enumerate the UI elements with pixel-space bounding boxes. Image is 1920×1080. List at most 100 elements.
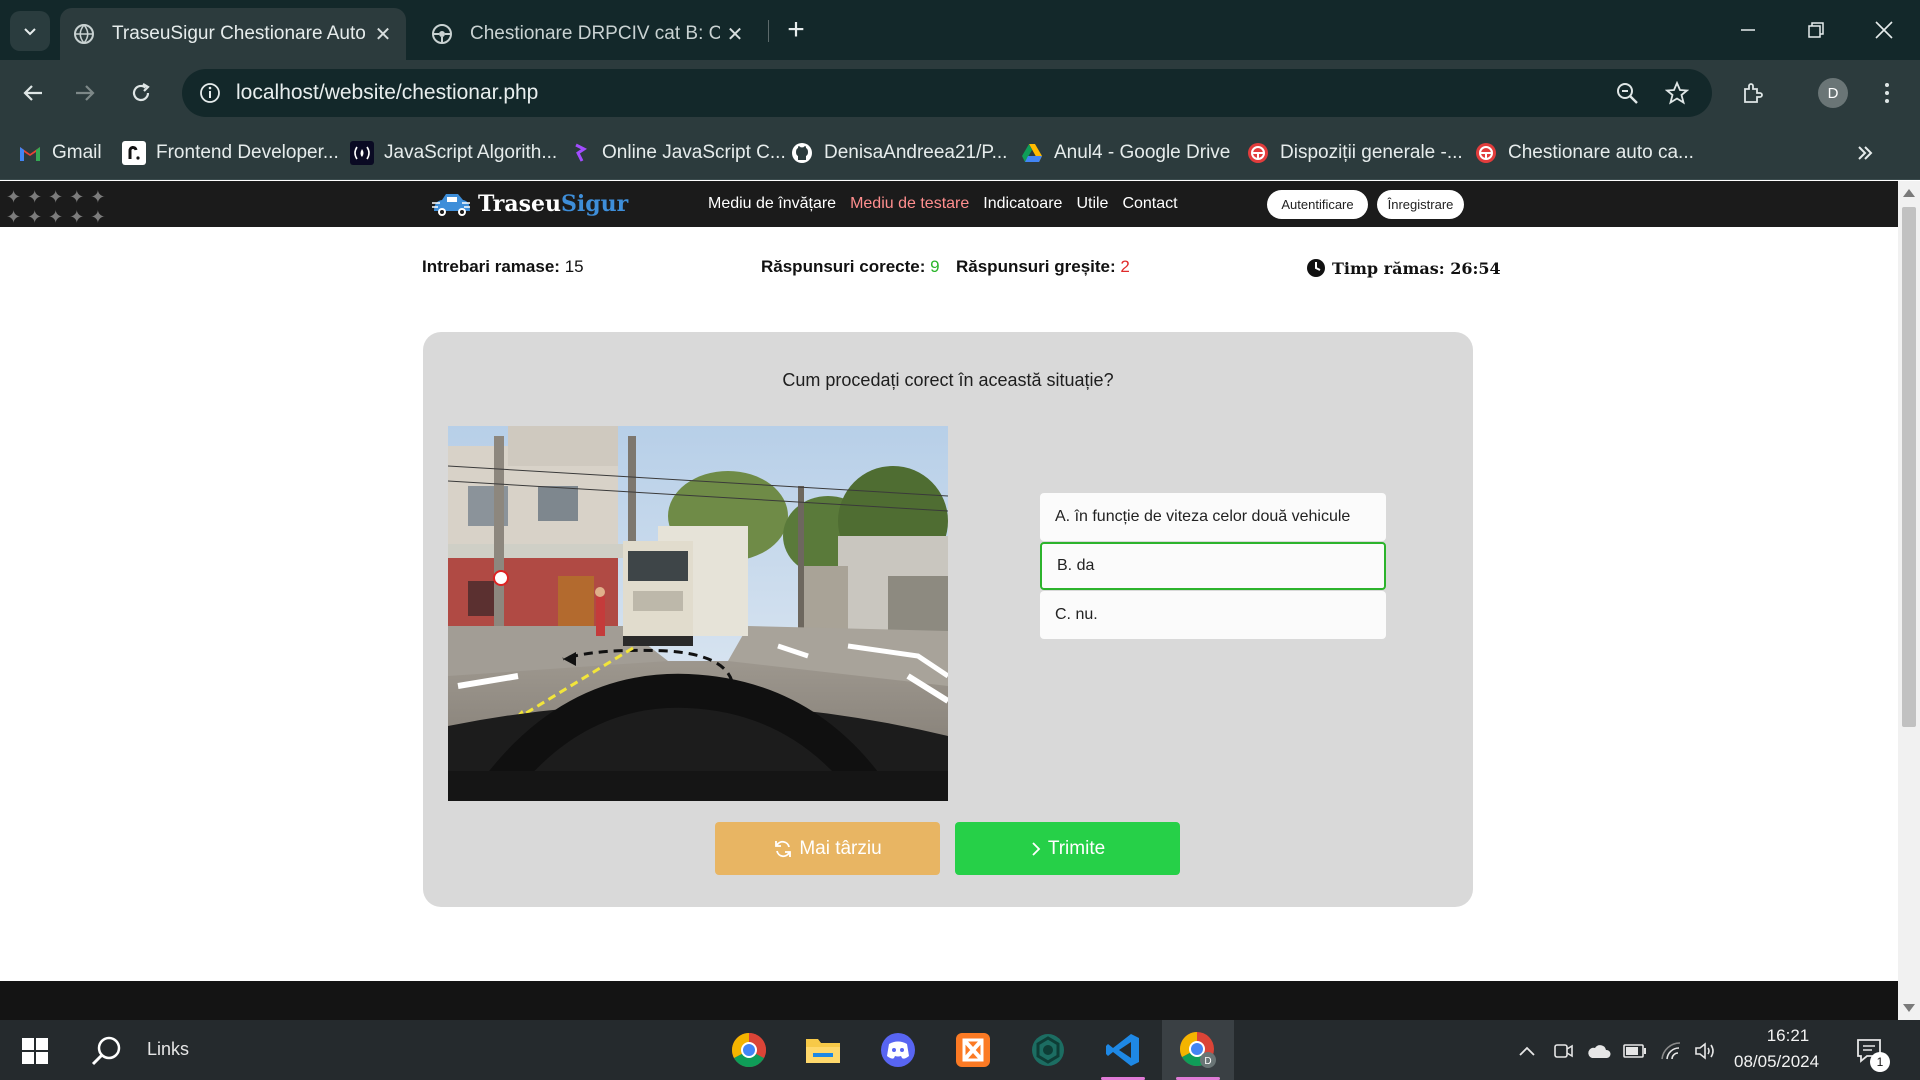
register-button[interactable]: Înregistrare [1377,190,1464,219]
refresh-icon [773,839,793,859]
remaining-value: 15 [564,257,584,276]
answer-option-c[interactable]: C. nu. [1040,591,1386,639]
answer-option-b[interactable]: B. da [1040,542,1386,590]
timer-text: Timp rămas: 26:54 [1332,258,1501,278]
bookmark-dispozitii-generale[interactable]: Dispoziții generale -... [1246,138,1463,168]
page-viewport: ✦✦✦✦✦ ✦✦✦✦✦ TraseuSigur Mediu de învățare… [0,181,1898,1020]
close-tab-icon[interactable]: ✕ [720,19,750,49]
xampp-icon [956,1033,990,1067]
main-menu: Mediu de învățare Mediu de testare Indic… [708,195,1192,213]
tab-search-button[interactable] [10,11,50,51]
bookmark-gmail[interactable]: Gmail [18,138,102,168]
taskbar-date[interactable]: 08/05/2024 [1734,1052,1819,1072]
scroll-up-arrow-icon[interactable] [1903,189,1915,197]
menu-mediu-testare[interactable]: Mediu de testare [850,195,969,213]
back-button[interactable] [14,74,52,112]
later-button[interactable]: Mai târziu [715,822,940,875]
taskbar-time[interactable]: 16:21 [1760,1026,1816,1046]
menu-indicatoare[interactable]: Indicatoare [983,195,1062,213]
page-footer [0,981,1898,1020]
reload-button[interactable] [122,74,160,112]
question-image [448,426,948,801]
later-button-label: Mai târziu [799,837,882,859]
clock-icon [1307,259,1325,277]
bookmark-frontend-developer[interactable]: Frontend Developer... [122,138,339,168]
onedrive-cloud-icon[interactable] [1586,1038,1612,1064]
bookmark-github[interactable]: DenisaAndreea21/P... [790,138,1007,168]
windows-start-icon[interactable] [22,1038,48,1064]
taskbar-search-label[interactable]: Links [147,1039,189,1060]
site-navbar: ✦✦✦✦✦ ✦✦✦✦✦ TraseuSigur Mediu de învățare… [0,181,1898,227]
tab-traseusigur[interactable]: TraseuSigur Chestionare Auto ✕ [60,8,406,60]
new-tab-button[interactable]: + [780,13,812,46]
taskbar-discord[interactable] [862,1020,934,1080]
bookmark-javascript-algorithms[interactable]: JavaScript Algorith... [350,138,557,168]
site-info-icon[interactable] [194,77,226,109]
browser-menu-button[interactable] [1868,74,1906,112]
minimize-button[interactable] [1720,8,1776,52]
bookmark-label: DenisaAndreea21/P... [824,142,1008,163]
bookmark-chestionare-auto[interactable]: Chestionare auto ca... [1474,138,1694,168]
submit-button-label: Trimite [1047,837,1106,859]
restore-button[interactable] [1788,8,1844,52]
arrow-left-icon [23,85,42,101]
github-icon [790,141,814,165]
taskbar-chatgpt[interactable] [1012,1020,1084,1080]
taskbar-xampp[interactable] [937,1020,1009,1080]
login-button[interactable]: Autentificare [1267,190,1368,219]
tab-chestionare-drpciv[interactable]: Chestionare DRPCIV cat B: Cum ✕ [412,8,758,60]
menu-utile[interactable]: Utile [1076,195,1108,213]
menu-contact[interactable]: Contact [1122,195,1177,213]
minimize-icon [1741,29,1755,31]
logo-text: TraseuSigur [478,191,628,217]
meet-now-icon[interactable] [1550,1038,1576,1064]
taskbar-chrome[interactable] [713,1020,785,1080]
chrome-profile-icon: D [1180,1032,1216,1068]
taskbar-chrome-profile[interactable]: D [1162,1020,1234,1080]
submit-button[interactable]: Trimite [955,822,1180,875]
wifi-icon[interactable] [1658,1038,1684,1064]
more-bookmarks-button[interactable] [1856,138,1874,168]
remaining-label: Intrebari ramase: [422,257,560,276]
address-bar[interactable]: localhost/website/chestionar.php [182,69,1712,117]
question-text: Cum procedați corect în această situație… [782,370,1114,390]
logo-text-main: Traseu [478,191,561,217]
tab-divider [768,20,769,42]
browser-tab-strip: TraseuSigur Chestionare Auto ✕ Chestiona… [0,0,1920,60]
bookmark-label: Frontend Developer... [156,142,339,163]
bookmark-google-drive[interactable]: Anul4 - Google Drive [1020,138,1230,168]
url-text[interactable]: localhost/website/chestionar.php [236,81,538,105]
chevron-down-icon [24,28,36,36]
profile-avatar[interactable]: D [1818,78,1848,108]
forward-button[interactable] [66,74,104,112]
remaining-questions: Intrebari ramase: 15 [422,257,584,277]
zoom-icon[interactable] [1612,78,1642,108]
close-window-button[interactable] [1856,8,1912,52]
taskbar-file-explorer[interactable] [787,1020,859,1080]
bookmark-label: Online JavaScript C... [602,142,786,163]
close-tab-icon[interactable]: ✕ [368,19,398,49]
search-icon[interactable] [90,1034,124,1068]
wrong-value: 2 [1120,257,1130,276]
bookmark-online-javascript[interactable]: Online JavaScript C... [568,138,786,168]
correct-label: Răspunsuri corecte: [761,257,926,276]
bookmark-star-icon[interactable] [1662,78,1692,108]
scroll-thumb[interactable] [1902,207,1916,727]
logo-text-accent: Sigur [561,191,629,217]
bookmark-label: JavaScript Algorith... [384,142,558,163]
question-card: Cum procedați corect în această situație… [423,332,1473,907]
scroll-down-arrow-icon[interactable] [1903,1004,1915,1012]
page-scrollbar[interactable] [1898,181,1920,1020]
battery-icon[interactable] [1622,1038,1648,1064]
taskbar-vscode[interactable] [1087,1020,1159,1080]
answer-option-a[interactable]: A. în funcție de viteza celor două vehic… [1040,493,1386,541]
show-hidden-icons-chevron-up-icon[interactable] [1514,1038,1540,1064]
notification-count-badge: 1 [1870,1052,1890,1072]
arrow-right-icon [76,85,95,101]
vscode-icon [1106,1034,1139,1066]
volume-icon[interactable] [1692,1038,1718,1064]
menu-mediu-invatare[interactable]: Mediu de învățare [708,195,836,213]
site-logo[interactable]: TraseuSigur [430,189,628,219]
frontend-mentor-icon [122,141,146,165]
extensions-button[interactable] [1734,74,1772,112]
